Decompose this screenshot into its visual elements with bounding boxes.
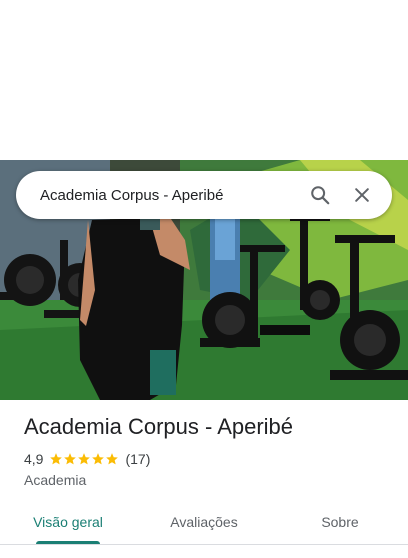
close-button[interactable] bbox=[344, 177, 380, 213]
rating-row[interactable]: 4,9 (17) bbox=[24, 451, 150, 467]
tabs-divider bbox=[0, 544, 408, 545]
star-icon bbox=[92, 453, 105, 465]
reviews-count[interactable]: (17) bbox=[125, 451, 150, 467]
rating-value: 4,9 bbox=[24, 451, 44, 467]
close-icon bbox=[355, 188, 369, 202]
rating-stars bbox=[49, 452, 119, 466]
tab-about[interactable]: Sobre bbox=[272, 500, 408, 544]
star-icon bbox=[78, 453, 91, 465]
search-icon bbox=[311, 186, 330, 205]
search-bar[interactable]: Academia Corpus - Aperibé bbox=[16, 171, 392, 219]
star-icon bbox=[64, 453, 77, 465]
place-title: Academia Corpus - Aperibé bbox=[24, 414, 294, 439]
tab-reviews[interactable]: Avaliações bbox=[136, 500, 272, 544]
star-icon bbox=[50, 453, 63, 465]
place-category[interactable]: Academia bbox=[24, 472, 86, 488]
tab-overview[interactable]: Visão geral bbox=[0, 500, 136, 544]
star-icon bbox=[106, 453, 119, 465]
search-query[interactable]: Academia Corpus - Aperibé bbox=[40, 187, 296, 204]
search-button[interactable] bbox=[302, 177, 338, 213]
tab-overview-label: Visão geral bbox=[33, 514, 103, 530]
maps-place-page: Academia Corpus - Aperibé Academia Corpu… bbox=[0, 0, 408, 558]
place-tabs: Visão geral Avaliações Sobre bbox=[0, 500, 408, 544]
tab-about-label: Sobre bbox=[321, 514, 359, 530]
tab-reviews-label: Avaliações bbox=[170, 514, 238, 530]
